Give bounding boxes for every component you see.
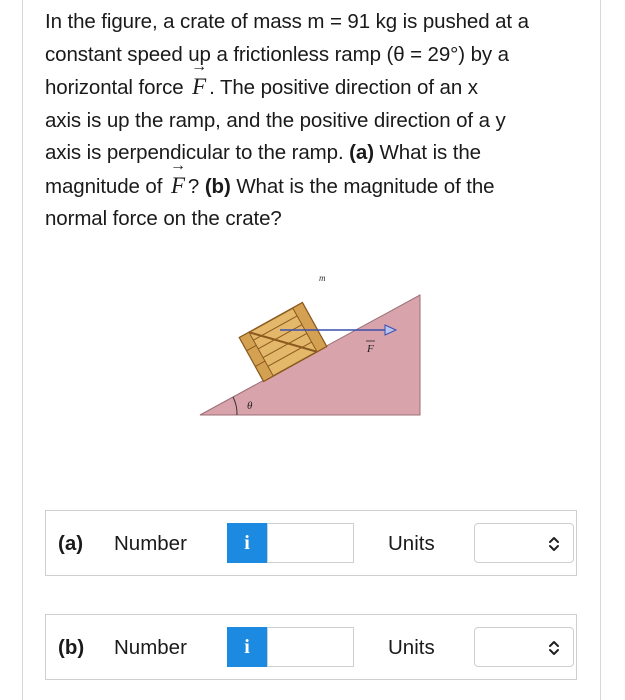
part-label: (a) <box>58 532 84 555</box>
ramp-figure: m F θ <box>199 273 421 416</box>
angle-label: θ <box>247 400 253 412</box>
number-input-a[interactable] <box>267 523 354 563</box>
question-line-6-end: What is the magnitude of the <box>236 174 495 198</box>
vector-arrow-icon: → <box>191 58 208 75</box>
info-button[interactable]: i <box>227 523 267 563</box>
number-label: Number <box>114 636 187 659</box>
question-line: axis is up the ramp, and the positive di… <box>45 105 585 138</box>
question-line-3-end: . The positive direction of an x <box>209 76 478 99</box>
question-line: horizontal force → F. The positive direct… <box>45 59 585 105</box>
question-line: normal force on the crate? <box>45 203 585 236</box>
question-line-3-start: horizontal force <box>45 76 184 99</box>
question-line-1: In the figure, a crate of mass m = 91 kg… <box>45 10 529 33</box>
question-line-7: normal force on the crate? <box>45 207 282 230</box>
updown-chevron-icon <box>549 537 559 551</box>
answer-row-a: (a) Number i Units <box>45 510 577 576</box>
question-line: constant speed up a frictionless ramp (θ… <box>45 39 585 72</box>
question-line: axis is perpendicular to the ramp. (a) W… <box>45 137 585 170</box>
force-vector-symbol: → F <box>168 157 188 203</box>
question-line: magnitude of → F? (b) What is the magnitu… <box>45 157 585 204</box>
question-line-5-start: axis is perpendicular to the ramp. <box>45 141 344 164</box>
force-symbol: F <box>170 172 185 198</box>
mass-label: m <box>319 273 326 283</box>
force-vector-symbol: → F <box>189 59 209 104</box>
question-line-4: axis is up the ramp, and the positive di… <box>45 108 506 132</box>
answer-row-b: (b) Number i Units <box>45 614 577 680</box>
updown-chevron-icon <box>549 641 559 655</box>
part-label: (b) <box>58 636 85 659</box>
units-select-a[interactable] <box>474 523 574 563</box>
number-input-b[interactable] <box>267 627 354 667</box>
units-label: Units <box>388 532 435 555</box>
right-frame-border <box>600 0 601 700</box>
info-button[interactable]: i <box>227 627 267 667</box>
units-select-b[interactable] <box>474 627 574 667</box>
force-label: F <box>366 343 374 355</box>
number-label: Number <box>114 532 187 555</box>
question-mark: ? <box>187 174 200 198</box>
force-symbol: F <box>192 74 207 99</box>
part-a-marker: (a) <box>349 141 374 164</box>
units-label: Units <box>388 636 435 659</box>
vector-arrow-icon: → <box>169 156 186 174</box>
question-line: In the figure, a crate of mass m = 91 kg… <box>45 6 585 39</box>
left-frame-border <box>22 0 23 700</box>
question-line-6-start: magnitude of <box>45 174 163 198</box>
question-line-5-end: What is the <box>379 141 482 164</box>
question-text: In the figure, a crate of mass m = 91 kg… <box>45 6 585 236</box>
question-line-2: constant speed up a frictionless ramp (θ… <box>45 42 509 66</box>
part-b-marker: (b) <box>204 174 231 198</box>
